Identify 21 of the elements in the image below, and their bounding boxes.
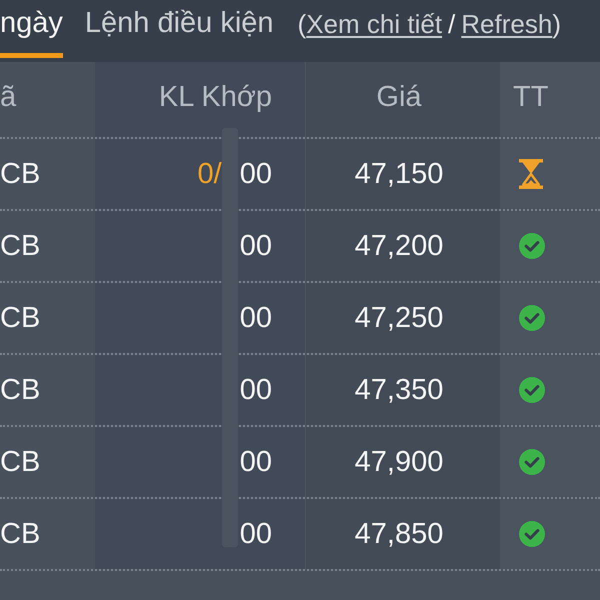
volume-text: 0/ [198, 158, 222, 190]
volume-text: 00 [240, 446, 272, 478]
volume-text: 00 [240, 158, 272, 190]
volume-text: 00 [240, 302, 272, 334]
table-cell: 47,900 [305, 427, 500, 497]
link[interactable]: Xem chi tiết [306, 8, 442, 40]
table-cell: 47,850 [305, 499, 500, 569]
column-header: Giá [305, 62, 500, 137]
tab[interactable]: Lệnh điều kiện [84, 0, 274, 58]
column-header: KL Khớp [95, 62, 305, 137]
table-cell: 47,350 [305, 355, 500, 425]
table-cell: 47,250 [305, 283, 500, 353]
bracket-text: ( [298, 8, 306, 40]
table-cell: 47,150 [305, 139, 500, 209]
link[interactable]: Refresh [461, 8, 552, 40]
volume-text: 00 [240, 230, 272, 262]
separator-text: / [448, 8, 456, 40]
table-cell: 47,200 [305, 211, 500, 281]
volume-text: 00 [240, 518, 272, 550]
volume-text: 00 [240, 374, 272, 406]
bracket-text: ) [552, 8, 561, 40]
